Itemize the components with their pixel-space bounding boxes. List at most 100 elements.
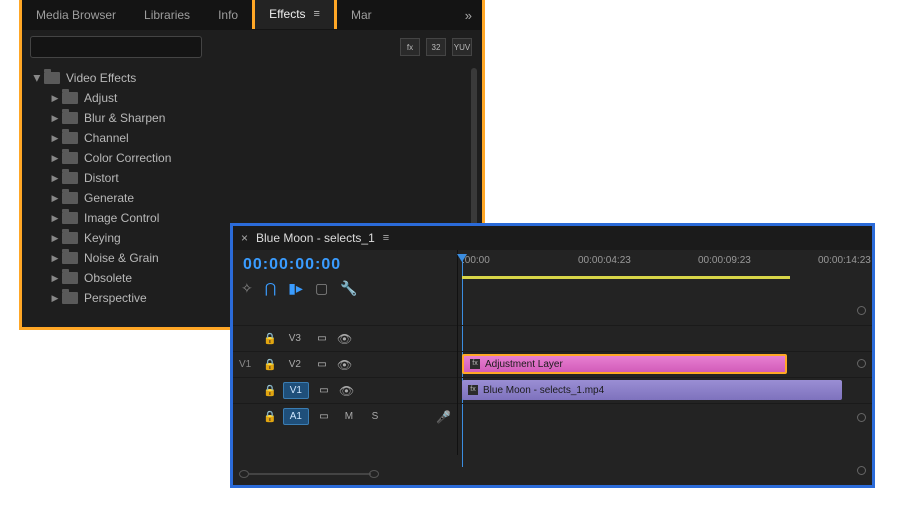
mute-button[interactable]: M	[339, 408, 359, 426]
tab-label: Media Browser	[36, 8, 116, 22]
timeline-header: × Blue Moon - selects_1 ≡	[233, 226, 872, 250]
scrollbar-thumb[interactable]	[471, 68, 477, 228]
chevron-down-icon[interactable]: ▶	[32, 71, 43, 85]
tab-effects[interactable]: Effects ≡	[252, 0, 337, 29]
clip-video[interactable]: fx Blue Moon - selects_1.mp4	[462, 380, 842, 400]
folder-generate[interactable]: ▶ Generate	[26, 188, 478, 208]
clip-label: Blue Moon - selects_1.mp4	[483, 385, 604, 396]
eye-icon[interactable]: 👁	[339, 384, 354, 398]
timeline-panel: × Blue Moon - selects_1 ≡ 00:00:00:00 ✧ …	[230, 223, 875, 488]
track-head-v1[interactable]: 🔒 V1 ▭ 👁	[233, 377, 457, 403]
folder-video-effects[interactable]: ▶ Video Effects	[26, 68, 478, 88]
panel-tab-bar: Media Browser Libraries Info Effects ≡ M…	[22, 0, 482, 30]
lock-icon[interactable]: 🔒	[263, 332, 277, 345]
zoom-handle[interactable]	[857, 413, 866, 422]
tab-media-browser[interactable]: Media Browser	[22, 0, 130, 30]
yuv-filter-icon[interactable]: YUV	[452, 38, 472, 56]
search-input-wrap: ⌕	[30, 36, 394, 58]
track-label[interactable]: A1	[283, 408, 309, 425]
wrench-icon[interactable]: 🔧	[340, 280, 357, 297]
snap-icon[interactable]: ⋂	[265, 280, 276, 297]
chevron-right-icon[interactable]: ▶	[48, 193, 62, 204]
lock-icon[interactable]: 🔒	[263, 410, 277, 423]
eye-icon[interactable]: 👁	[337, 358, 352, 372]
voiceover-mic-icon[interactable]: 🎤	[436, 410, 451, 424]
tab-overflow-icon[interactable]: »	[455, 8, 482, 23]
chevron-right-icon[interactable]: ▶	[48, 93, 62, 104]
chevron-right-icon[interactable]: ▶	[48, 113, 62, 124]
tab-info[interactable]: Info	[204, 0, 252, 30]
folder-icon	[62, 152, 78, 164]
32bit-filter-icon[interactable]: 32	[426, 38, 446, 56]
tab-markers-truncated[interactable]: Mar	[337, 0, 386, 30]
panel-menu-icon[interactable]: ≡	[314, 8, 320, 20]
track-lane-v2[interactable]: fx Adjustment Layer	[458, 351, 872, 377]
fx-badge-icon: fx	[470, 359, 480, 369]
tab-libraries[interactable]: Libraries	[130, 0, 204, 30]
track-head-v3[interactable]: 🔒 V3 ▭ 👁	[233, 325, 457, 351]
effects-search-input[interactable]	[30, 36, 202, 58]
folder-label: Image Control	[84, 211, 159, 225]
timeline-controls-left: 00:00:00:00 ✧ ⋂ ▮▸ ▢ 🔧	[233, 250, 457, 305]
horizontal-zoom-scroll[interactable]	[239, 470, 399, 478]
folder-icon	[62, 292, 78, 304]
tab-label: Libraries	[144, 8, 190, 22]
folder-label: Generate	[84, 191, 134, 205]
chevron-right-icon[interactable]: ▶	[48, 273, 62, 284]
insert-icon[interactable]: ✧	[241, 280, 253, 297]
close-icon[interactable]: ×	[241, 231, 248, 245]
chevron-right-icon[interactable]: ▶	[48, 153, 62, 164]
solo-button[interactable]: S	[365, 408, 385, 426]
settings-shield-icon[interactable]: ▢	[315, 280, 328, 297]
track-label[interactable]: V2	[283, 357, 307, 372]
chevron-right-icon[interactable]: ▶	[48, 133, 62, 144]
ruler-label: 00:00:09:23	[698, 255, 751, 266]
folder-color-correction[interactable]: ▶Color Correction	[26, 148, 478, 168]
track-head-v2[interactable]: V1 🔒 V2 ▭ 👁	[233, 351, 457, 377]
eye-icon[interactable]: 👁	[337, 332, 352, 346]
track-label[interactable]: V1	[283, 382, 309, 399]
zoom-handle[interactable]	[857, 359, 866, 368]
playhead-timecode[interactable]: 00:00:00:00	[243, 256, 449, 274]
chevron-right-icon[interactable]: ▶	[48, 253, 62, 264]
folder-blur-sharpen[interactable]: ▶Blur & Sharpen	[26, 108, 478, 128]
timeline-ruler-area[interactable]: :00:00 00:00:04:23 00:00:09:23 00:00:14:…	[457, 250, 872, 305]
zoom-handle-left[interactable]	[239, 470, 249, 478]
track-head-a1[interactable]: 🔒 A1 ▭ M S 🎤	[233, 403, 457, 429]
chevron-right-icon[interactable]: ▶	[48, 293, 62, 304]
track-lane-a1[interactable]	[458, 403, 872, 429]
clip-adjustment-layer[interactable]: fx Adjustment Layer	[462, 354, 787, 374]
folder-label: Distort	[84, 171, 119, 185]
work-area-bar[interactable]	[462, 276, 790, 279]
timeline-tool-icons: ✧ ⋂ ▮▸ ▢ 🔧	[241, 280, 449, 297]
folder-distort[interactable]: ▶ Distort	[26, 168, 478, 188]
chevron-right-icon[interactable]: ▶	[48, 173, 62, 184]
zoom-handle[interactable]	[857, 306, 866, 315]
sync-lock-icon[interactable]: ▭	[313, 358, 331, 372]
folder-adjust[interactable]: ▶Adjust	[26, 88, 478, 108]
chevron-right-icon[interactable]: ▶	[48, 213, 62, 224]
track-lanes[interactable]: fx Adjustment Layer fx Blue Moon - selec…	[457, 305, 872, 455]
sync-lock-icon[interactable]: ▭	[315, 410, 333, 424]
folder-icon	[62, 92, 78, 104]
track-lane-v1[interactable]: fx Blue Moon - selects_1.mp4	[458, 377, 872, 403]
time-ruler[interactable]: :00:00 00:00:04:23 00:00:09:23 00:00:14:…	[458, 256, 852, 276]
folder-channel[interactable]: ▶ Channel	[26, 128, 478, 148]
source-patch[interactable]: V1	[239, 359, 257, 370]
zoom-bar[interactable]	[249, 473, 371, 475]
sync-lock-icon[interactable]: ▭	[315, 384, 333, 398]
track-label[interactable]: V3	[283, 331, 307, 346]
zoom-handle-right[interactable]	[369, 470, 379, 478]
chevron-right-icon[interactable]: ▶	[48, 233, 62, 244]
panel-menu-icon[interactable]: ≡	[383, 232, 389, 244]
folder-label: Channel	[84, 131, 129, 145]
marker-icon[interactable]: ▮▸	[288, 280, 303, 297]
tab-label: Effects	[269, 7, 305, 21]
sync-lock-icon[interactable]: ▭	[313, 332, 331, 346]
accelerated-filter-icon[interactable]: fx	[400, 38, 420, 56]
lock-icon[interactable]: 🔒	[263, 384, 277, 397]
ruler-label: 00:00:14:23	[818, 255, 871, 266]
track-lane-v3[interactable]	[458, 325, 872, 351]
lock-icon[interactable]: 🔒	[263, 358, 277, 371]
track-headers: 🔒 V3 ▭ 👁 V1 🔒 V2 ▭ 👁 🔒 V1 ▭ 👁	[233, 305, 457, 455]
